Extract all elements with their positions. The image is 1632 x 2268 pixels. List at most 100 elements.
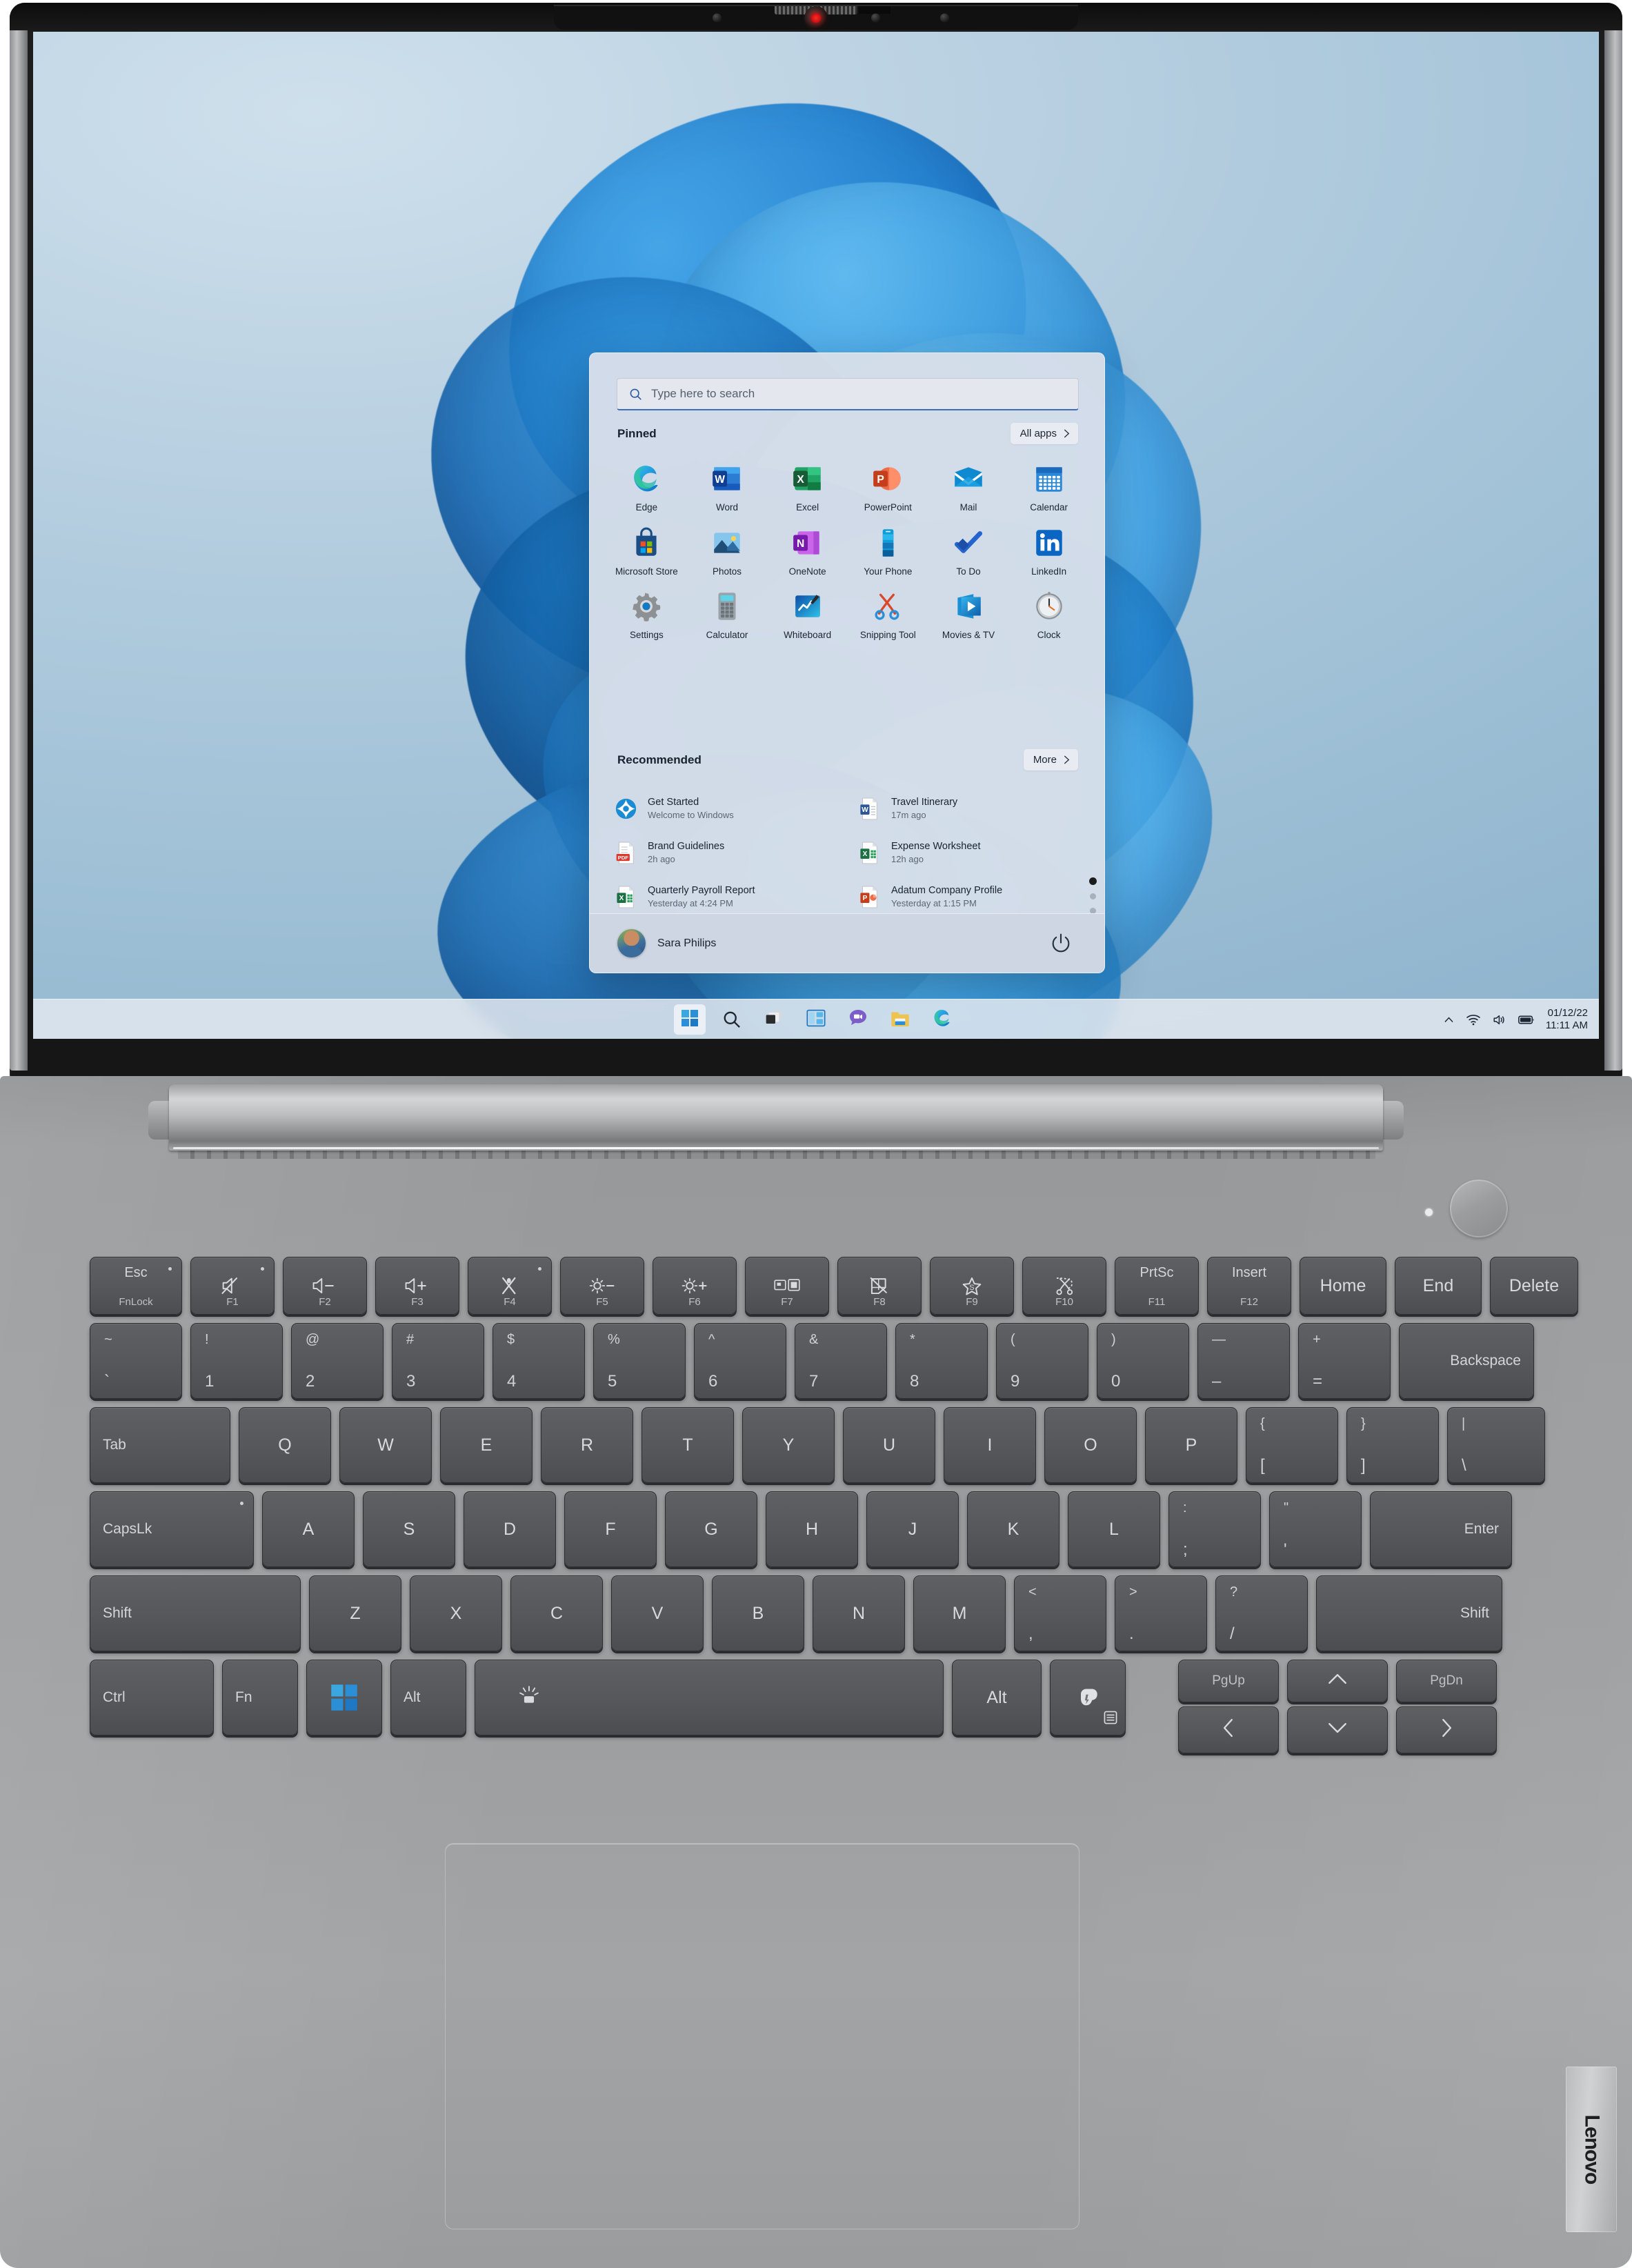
key-g[interactable]: G [665, 1491, 757, 1567]
more-button[interactable]: More [1023, 749, 1078, 770]
page-indicator-dots[interactable] [1089, 877, 1097, 914]
key-s[interactable]: S [363, 1491, 455, 1567]
recommended-item[interactable]: P Adatum Company Profile Yesterday at 1:… [850, 878, 1089, 916]
key-h[interactable]: H [766, 1491, 858, 1567]
key-key[interactable]: >. [1115, 1575, 1207, 1651]
search-button[interactable] [716, 1004, 748, 1035]
key-j[interactable]: J [866, 1491, 959, 1567]
key-volume-up-icon[interactable]: F3 [375, 1257, 459, 1315]
shift-key-row[interactable]: Shift Z X C V B N M <, >.? / Shift [90, 1575, 1502, 1651]
key-volume-down-icon[interactable]: F2 [283, 1257, 367, 1315]
key-windows-logo-icon[interactable] [306, 1660, 382, 1735]
pinned-app-edge[interactable]: Edge [606, 454, 687, 518]
pinned-app-linkedin[interactable]: LinkedIn [1008, 518, 1089, 582]
key-delete[interactable]: Delete [1490, 1257, 1578, 1315]
recommended-item[interactable]: X Quarterly Payroll Report Yesterday at … [606, 878, 846, 916]
key-capslk[interactable]: CapsLk [90, 1491, 254, 1567]
key-alt[interactable]: Alt [390, 1660, 466, 1735]
key-t[interactable]: T [641, 1407, 734, 1483]
key-key[interactable]: }] [1346, 1407, 1439, 1483]
key-enter[interactable]: Enter [1370, 1491, 1512, 1567]
key-r[interactable]: R [541, 1407, 633, 1483]
task-view-button[interactable] [758, 1004, 790, 1035]
key-esc[interactable]: Esc FnLock [90, 1257, 182, 1315]
key-prtsc[interactable]: PrtSc F11 [1115, 1257, 1199, 1315]
key-4[interactable]: $4 [492, 1323, 585, 1399]
power-button-fingerprint[interactable] [1450, 1180, 1508, 1237]
speaker-icon[interactable] [1492, 1013, 1507, 1026]
key-brightness-down-icon[interactable]: F5 [560, 1257, 644, 1315]
power-button[interactable] [1049, 932, 1073, 955]
key-z[interactable]: Z [309, 1575, 401, 1651]
key-mic-mute-icon[interactable]: F4 [468, 1257, 552, 1315]
pinned-app-photos[interactable]: Photos [687, 518, 768, 582]
key-m[interactable]: M [913, 1575, 1006, 1651]
system-tray[interactable]: 01/12/22 11:11 AM [1443, 999, 1588, 1039]
pinned-app-powerpoint[interactable]: P PowerPoint [848, 454, 928, 518]
recommended-item[interactable]: W Travel Itinerary 17m ago [850, 790, 1089, 828]
bottom-key-row[interactable]: Ctrl Fn Alt Alt [90, 1660, 1126, 1735]
key-7[interactable]: & 7 [795, 1323, 887, 1399]
pinned-app-to-do[interactable]: To Do [928, 518, 1009, 582]
pinned-app-microsoft-store[interactable]: Microsoft Store [606, 518, 687, 582]
edge-button[interactable] [926, 1004, 958, 1035]
trackpad[interactable] [445, 1843, 1079, 2229]
chat-button[interactable] [842, 1004, 874, 1035]
key-8[interactable]: * 8 [895, 1323, 988, 1399]
key-0[interactable]: ) 0 [1097, 1323, 1189, 1399]
key-o[interactable]: O [1044, 1407, 1137, 1483]
key-snip-icon[interactable]: F10 [1022, 1257, 1106, 1315]
pinned-app-onenote[interactable]: N OneNote [767, 518, 848, 582]
key-arrow-down[interactable] [1287, 1707, 1388, 1753]
number-key-row[interactable]: ~ `! 1 @2 #3 $4% 5 ^ 6 & 7 * 8(9) 0— – + = Backspace [90, 1323, 1534, 1399]
key-arrow-up[interactable] [1287, 1660, 1388, 1702]
key-3[interactable]: #3 [392, 1323, 484, 1399]
key-key[interactable]: + = [1298, 1323, 1391, 1399]
key-key[interactable]: ? / [1215, 1575, 1308, 1651]
pinned-app-settings[interactable]: Settings [606, 581, 687, 646]
key-2[interactable]: @2 [291, 1323, 384, 1399]
key-star-icon[interactable]: S F9 [930, 1257, 1014, 1315]
taskbar-items[interactable] [674, 999, 958, 1039]
start-button[interactable] [674, 1004, 706, 1035]
recommended-item[interactable]: PDF Brand Guidelines 2h ago [606, 834, 846, 872]
chevron-up-icon[interactable] [1443, 1014, 1455, 1026]
key-n[interactable]: N [813, 1575, 905, 1651]
key-copilot-icon[interactable] [1050, 1660, 1126, 1735]
key-5[interactable]: % 5 [593, 1323, 686, 1399]
pinned-app-your-phone[interactable]: Your Phone [848, 518, 928, 582]
caps-key-row[interactable]: CapsLk A S D F G H J K L:; " ' Enter [90, 1491, 1512, 1567]
widgets-button[interactable] [800, 1004, 832, 1035]
pinned-app-mail[interactable]: Mail [928, 454, 1009, 518]
key-u[interactable]: U [843, 1407, 935, 1483]
pinned-app-word[interactable]: W Word [687, 454, 768, 518]
key-fn[interactable]: Fn [222, 1660, 298, 1735]
key-shift[interactable]: Shift [1316, 1575, 1502, 1651]
pinned-apps-grid[interactable]: Edge W Word X Excel P PowerPoint Mail Calen… [606, 454, 1089, 646]
wifi-icon[interactable] [1466, 1013, 1481, 1026]
pinned-app-calculator[interactable]: Calculator [687, 581, 768, 646]
pinned-app-calendar[interactable]: Calendar [1008, 454, 1089, 518]
key-airplane-icon[interactable]: F8 [837, 1257, 922, 1315]
key-f[interactable]: F [564, 1491, 657, 1567]
key-key[interactable]: | \ [1447, 1407, 1545, 1483]
key-end[interactable]: End [1395, 1257, 1482, 1315]
key-home[interactable]: Home [1300, 1257, 1386, 1315]
key-b[interactable]: B [712, 1575, 804, 1651]
key-alt[interactable]: Alt [952, 1660, 1042, 1735]
key-p[interactable]: P [1145, 1407, 1237, 1483]
key-tab[interactable]: Tab [90, 1407, 230, 1483]
key-key[interactable]: <, [1014, 1575, 1106, 1651]
key-c[interactable]: C [510, 1575, 603, 1651]
key-key[interactable]: " ' [1269, 1491, 1362, 1567]
avatar[interactable] [617, 929, 646, 957]
key-arrow-right[interactable] [1396, 1707, 1497, 1753]
pinned-app-movies-tv[interactable]: Movies & TV [928, 581, 1009, 646]
taskbar-clock[interactable]: 01/12/22 11:11 AM [1546, 1007, 1588, 1033]
recommended-list[interactable]: Get Started Welcome to Windows W Travel … [606, 790, 1089, 916]
key-q[interactable]: Q [239, 1407, 331, 1483]
pinned-app-whiteboard[interactable]: Whiteboard [767, 581, 848, 646]
key-key[interactable]: ~ ` [90, 1323, 182, 1399]
key-shift[interactable]: Shift [90, 1575, 301, 1651]
pinned-app-excel[interactable]: X Excel [767, 454, 848, 518]
